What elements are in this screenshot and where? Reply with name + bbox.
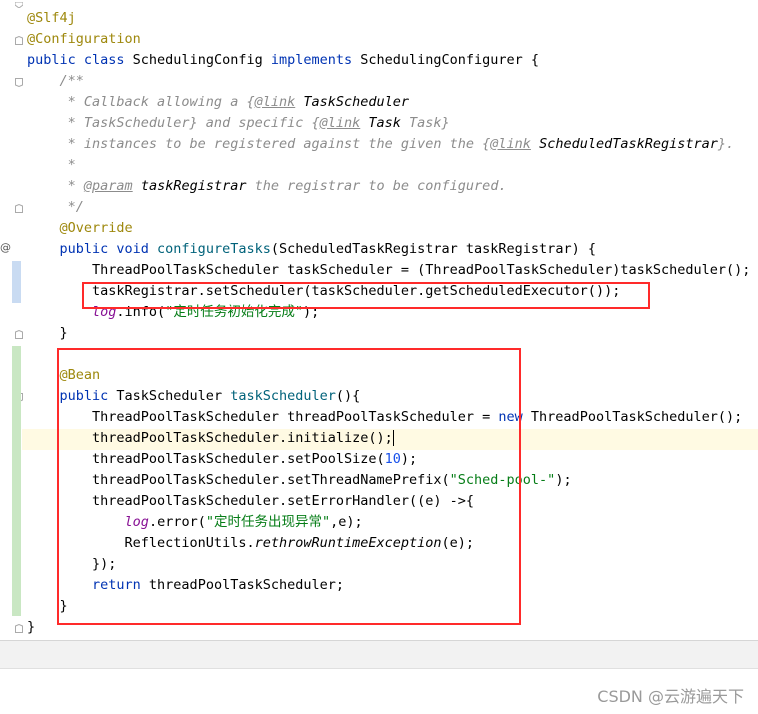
fold-marker-icon[interactable] (15, 624, 23, 633)
code-line[interactable]: @Override (27, 218, 133, 239)
code-token: taskRegistrar (132, 178, 247, 194)
highlight-box-set-scheduler (82, 282, 650, 309)
code-token: public class (27, 52, 133, 68)
code-token: /** (27, 73, 84, 89)
code-line[interactable]: * @param taskRegistrar the registrar to … (27, 176, 507, 197)
code-token: * Callback allowing a (27, 94, 247, 110)
code-token: * TaskScheduler} and specific (27, 115, 312, 131)
fold-marker-icon[interactable] (15, 36, 23, 45)
code-token: @param (83, 178, 133, 194)
code-token: * (27, 178, 84, 194)
code-token: TaskScheduler (295, 94, 410, 110)
code-editor[interactable]: @ @Slf4j @Configuration public class Sched… (0, 0, 758, 640)
code-line[interactable]: public class SchedulingConfig implements… (27, 50, 539, 71)
code-line[interactable]: */ (27, 197, 84, 218)
code-token: @Override (27, 220, 133, 236)
code-token: ThreadPoolTaskScheduler taskScheduler = … (27, 262, 751, 278)
override-method-icon[interactable]: @ (0, 241, 11, 254)
code-line[interactable]: } (27, 323, 68, 344)
code-token: @Configuration (27, 31, 141, 47)
code-token: } (27, 619, 36, 635)
code-token: Task (360, 115, 401, 131)
code-token: { (311, 115, 320, 131)
code-token: } (27, 325, 68, 341)
fold-marker-icon[interactable] (15, 78, 23, 87)
modified-lines-marker[interactable] (12, 261, 21, 303)
code-token: the registrar to be configured. (246, 178, 507, 194)
code-token: @Slf4j (27, 10, 76, 26)
code-token: ThreadPoolTaskScheduler(); (530, 409, 743, 425)
highlight-box-bean-method (57, 348, 521, 625)
code-token: SchedulingConfig (132, 52, 271, 68)
code-token: (ScheduledTaskRegistrar taskRegistrar) { (270, 241, 596, 257)
editor-gutter[interactable]: @ (0, 0, 23, 640)
code-token: Task} (400, 115, 450, 131)
code-line[interactable]: @Configuration (27, 29, 141, 50)
code-line[interactable]: * TaskScheduler} and specific {@link Tas… (27, 113, 450, 134)
code-token: * instances to be registered against the… (27, 136, 483, 152)
code-token: implements (270, 52, 361, 68)
code-token: { (246, 94, 255, 110)
code-token: }. (717, 136, 735, 152)
code-line[interactable]: /** (27, 71, 84, 92)
code-line[interactable]: * (27, 155, 76, 176)
code-token: */ (27, 199, 84, 215)
code-token: SchedulingConfigurer { (360, 52, 540, 68)
code-token: configureTasks (157, 241, 271, 257)
code-line[interactable]: ThreadPoolTaskScheduler taskScheduler = … (27, 260, 750, 281)
code-line[interactable]: public void configureTasks(ScheduledTask… (27, 239, 596, 260)
added-lines-marker[interactable] (12, 346, 21, 616)
code-line[interactable]: @Slf4j (27, 8, 76, 29)
code-token: @link (254, 94, 296, 110)
fold-marker-icon[interactable] (15, 204, 23, 213)
code-line[interactable]: * Callback allowing a {@link TaskSchedul… (27, 92, 409, 113)
code-token: * (27, 157, 76, 173)
bottom-bar (0, 641, 758, 669)
fold-marker-icon[interactable] (15, 330, 23, 339)
fold-marker-icon[interactable] (15, 2, 23, 11)
code-token: ); (555, 472, 572, 488)
code-token: ScheduledTaskRegistrar (530, 136, 718, 152)
watermark: CSDN @云游遍天下 (597, 687, 744, 706)
code-line[interactable]: } (27, 617, 35, 638)
code-token: public void (27, 241, 158, 257)
code-token: @link (319, 115, 361, 131)
code-token: @link (490, 136, 531, 152)
code-line[interactable]: * instances to be registered against the… (27, 134, 735, 155)
